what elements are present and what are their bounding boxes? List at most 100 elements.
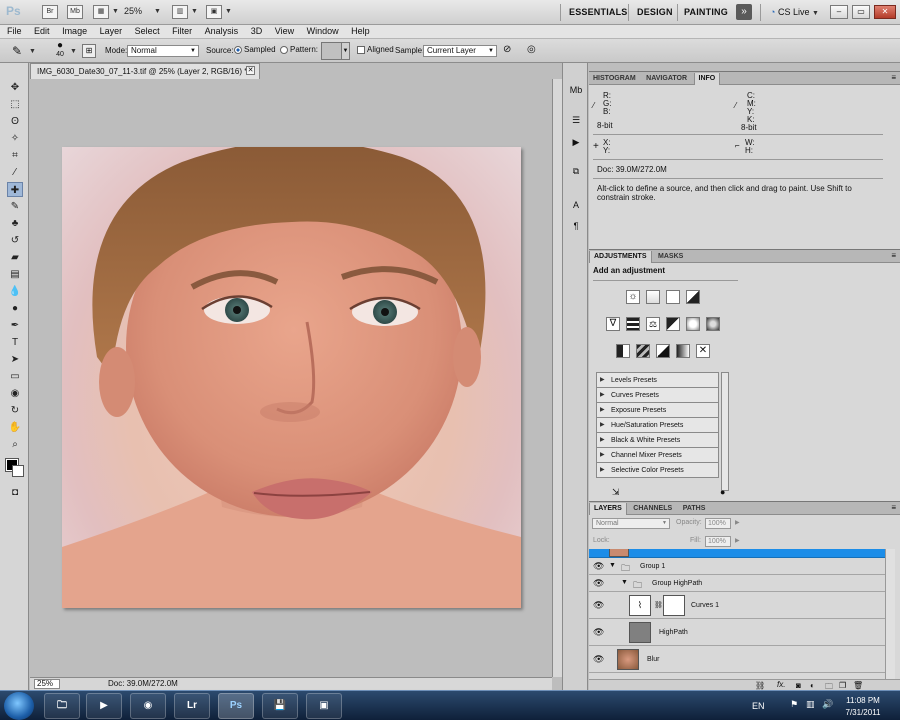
- blend-mode-select[interactable]: Normal ▼: [592, 518, 670, 529]
- bridge-button[interactable]: Br: [42, 5, 58, 19]
- brush-size-picker[interactable]: ● 40: [50, 41, 70, 61]
- tab-masks[interactable]: MASKS: [654, 251, 687, 263]
- chevron-down-icon[interactable]: ▼: [341, 42, 350, 60]
- chevron-down-icon[interactable]: ▼: [112, 8, 119, 15]
- marquee-tool-icon[interactable]: ⬚: [7, 97, 23, 112]
- panel-menu-icon[interactable]: ≡: [891, 73, 896, 82]
- quick-mask-icon[interactable]: ◘: [7, 485, 23, 500]
- photo-filter-icon[interactable]: [686, 317, 700, 331]
- actions-icon[interactable]: ▶: [568, 135, 584, 149]
- tab-info[interactable]: INFO: [693, 73, 721, 85]
- add-mask-icon[interactable]: ◙: [796, 681, 801, 690]
- menu-view[interactable]: View: [275, 25, 294, 36]
- tab-histogram[interactable]: HISTOGRAM: [589, 73, 640, 85]
- menu-analysis[interactable]: Analysis: [205, 25, 239, 36]
- expand-icon[interactable]: ▼: [609, 562, 616, 569]
- sample-select[interactable]: Current Layer ▼: [423, 45, 497, 57]
- preset-selective-color[interactable]: Selective Color Presets: [597, 463, 718, 478]
- close-document-icon[interactable]: ✕: [246, 66, 255, 75]
- return-to-list-icon[interactable]: ⇲: [612, 487, 620, 498]
- visibility-eye-icon[interactable]: 👁: [593, 578, 604, 589]
- preset-channel-mixer[interactable]: Channel Mixer Presets: [597, 448, 718, 463]
- document-size[interactable]: Doc: 39.0M/272.0M: [108, 679, 178, 688]
- black-white-icon[interactable]: [666, 317, 680, 331]
- curves-icon[interactable]: [666, 290, 680, 304]
- mode-select[interactable]: Normal ▼: [127, 45, 199, 57]
- clock-time[interactable]: 11:08 PM: [833, 696, 893, 705]
- channel-mixer-icon[interactable]: [706, 317, 720, 331]
- menu-file[interactable]: File: [7, 25, 22, 36]
- healing-brush-tool-icon[interactable]: ✚: [7, 182, 23, 197]
- fill-arrow-icon[interactable]: ▶: [735, 537, 740, 544]
- start-button[interactable]: [4, 692, 34, 720]
- clip-to-layer-icon[interactable]: ●: [720, 487, 725, 497]
- presets-scrollbar[interactable]: [721, 372, 729, 491]
- background-color-swatch[interactable]: [12, 465, 24, 477]
- preset-exposure[interactable]: Exposure Presets: [597, 403, 718, 418]
- restore-button[interactable]: ▭: [852, 5, 870, 19]
- brush-panel-toggle-icon[interactable]: ⊞: [82, 44, 96, 58]
- close-window-button[interactable]: ✕: [874, 5, 896, 19]
- fx-icon[interactable]: fx.: [777, 680, 785, 689]
- type-tool-icon[interactable]: T: [7, 335, 23, 350]
- link-layers-icon[interactable]: ⛓: [755, 681, 765, 690]
- character-icon[interactable]: A: [568, 198, 584, 212]
- workspace-painting[interactable]: PAINTING: [684, 7, 728, 17]
- tab-adjustments[interactable]: ADJUSTMENTS: [589, 251, 652, 263]
- posterize-icon[interactable]: [636, 344, 650, 358]
- language-indicator[interactable]: EN: [752, 701, 765, 711]
- minimize-button[interactable]: –: [830, 5, 848, 19]
- 3d-rotate-tool-icon[interactable]: ◉: [7, 386, 23, 401]
- history-icon[interactable]: ☰: [568, 113, 584, 127]
- chevron-down-icon[interactable]: ▼: [154, 8, 161, 15]
- aligned-checkbox[interactable]: Aligned: [357, 45, 394, 54]
- gradient-tool-icon[interactable]: ▤: [7, 267, 23, 282]
- menu-layer[interactable]: Layer: [100, 25, 123, 36]
- volume-icon[interactable]: 🔊: [822, 699, 833, 710]
- brightness-contrast-icon[interactable]: ☼: [626, 290, 640, 304]
- threshold-icon[interactable]: [656, 344, 670, 358]
- pressure-toggle-icon[interactable]: ◎: [527, 44, 536, 55]
- exposure-icon[interactable]: [686, 290, 700, 304]
- menu-filter[interactable]: Filter: [172, 25, 192, 36]
- clone-source-icon[interactable]: ⧉: [568, 164, 584, 178]
- layer-row-curves-1[interactable]: 👁 ⌇ ⛓ Curves 1: [589, 592, 885, 619]
- shape-tool-icon[interactable]: ▭: [7, 369, 23, 384]
- invert-icon[interactable]: [616, 344, 630, 358]
- source-sampled-radio[interactable]: Sampled: [234, 45, 276, 54]
- trash-icon[interactable]: 🗑: [853, 681, 863, 690]
- history-brush-tool-icon[interactable]: ↺: [7, 233, 23, 248]
- expand-icon[interactable]: ▼: [621, 579, 628, 586]
- layers-scrollbar[interactable]: [885, 549, 895, 679]
- menu-select[interactable]: Select: [135, 25, 160, 36]
- preset-black-white[interactable]: Black & White Presets: [597, 433, 718, 448]
- more-workspaces-button[interactable]: »: [736, 4, 752, 20]
- chevron-down-icon[interactable]: ▼: [191, 8, 198, 15]
- layer-row-highpath[interactable]: 👁 HighPath: [589, 619, 885, 646]
- view-extras-button[interactable]: ▦: [93, 5, 109, 19]
- clock-date[interactable]: 7/31/2011: [833, 708, 893, 717]
- layer-row-group-highpath[interactable]: 👁 ▼ 🗀 Group HighPath: [589, 575, 885, 592]
- selective-color-icon[interactable]: ✕: [696, 344, 710, 358]
- chevron-down-icon[interactable]: ▼: [225, 8, 232, 15]
- taskbar-remote-desktop-icon[interactable]: ▣: [306, 693, 342, 719]
- taskbar-lightroom-icon[interactable]: Lr: [174, 693, 210, 719]
- tab-navigator[interactable]: NAVIGATOR: [642, 73, 691, 85]
- move-tool-icon[interactable]: ✥: [7, 80, 23, 95]
- chevron-down-icon[interactable]: ▼: [70, 48, 77, 55]
- action-center-flag-icon[interactable]: ⚑: [790, 699, 798, 710]
- quick-select-tool-icon[interactable]: ✧: [7, 131, 23, 146]
- pen-tool-icon[interactable]: ✒: [7, 318, 23, 333]
- path-selection-tool-icon[interactable]: ➤: [7, 352, 23, 367]
- paragraph-icon[interactable]: ¶: [568, 219, 584, 233]
- blur-tool-icon[interactable]: 💧: [7, 284, 23, 299]
- zoom-field[interactable]: 25%: [34, 679, 60, 689]
- gradient-map-icon[interactable]: [676, 344, 690, 358]
- tab-channels[interactable]: CHANNELS: [629, 503, 676, 515]
- hand-tool-icon[interactable]: ✋: [7, 420, 23, 435]
- healing-brush-icon[interactable]: ✎: [12, 44, 22, 58]
- taskbar-chrome-icon[interactable]: ◉: [130, 693, 166, 719]
- color-balance-icon[interactable]: ⚖: [646, 317, 660, 331]
- preset-hue-saturation[interactable]: Hue/Saturation Presets: [597, 418, 718, 433]
- source-pattern-radio[interactable]: Pattern:: [280, 45, 318, 54]
